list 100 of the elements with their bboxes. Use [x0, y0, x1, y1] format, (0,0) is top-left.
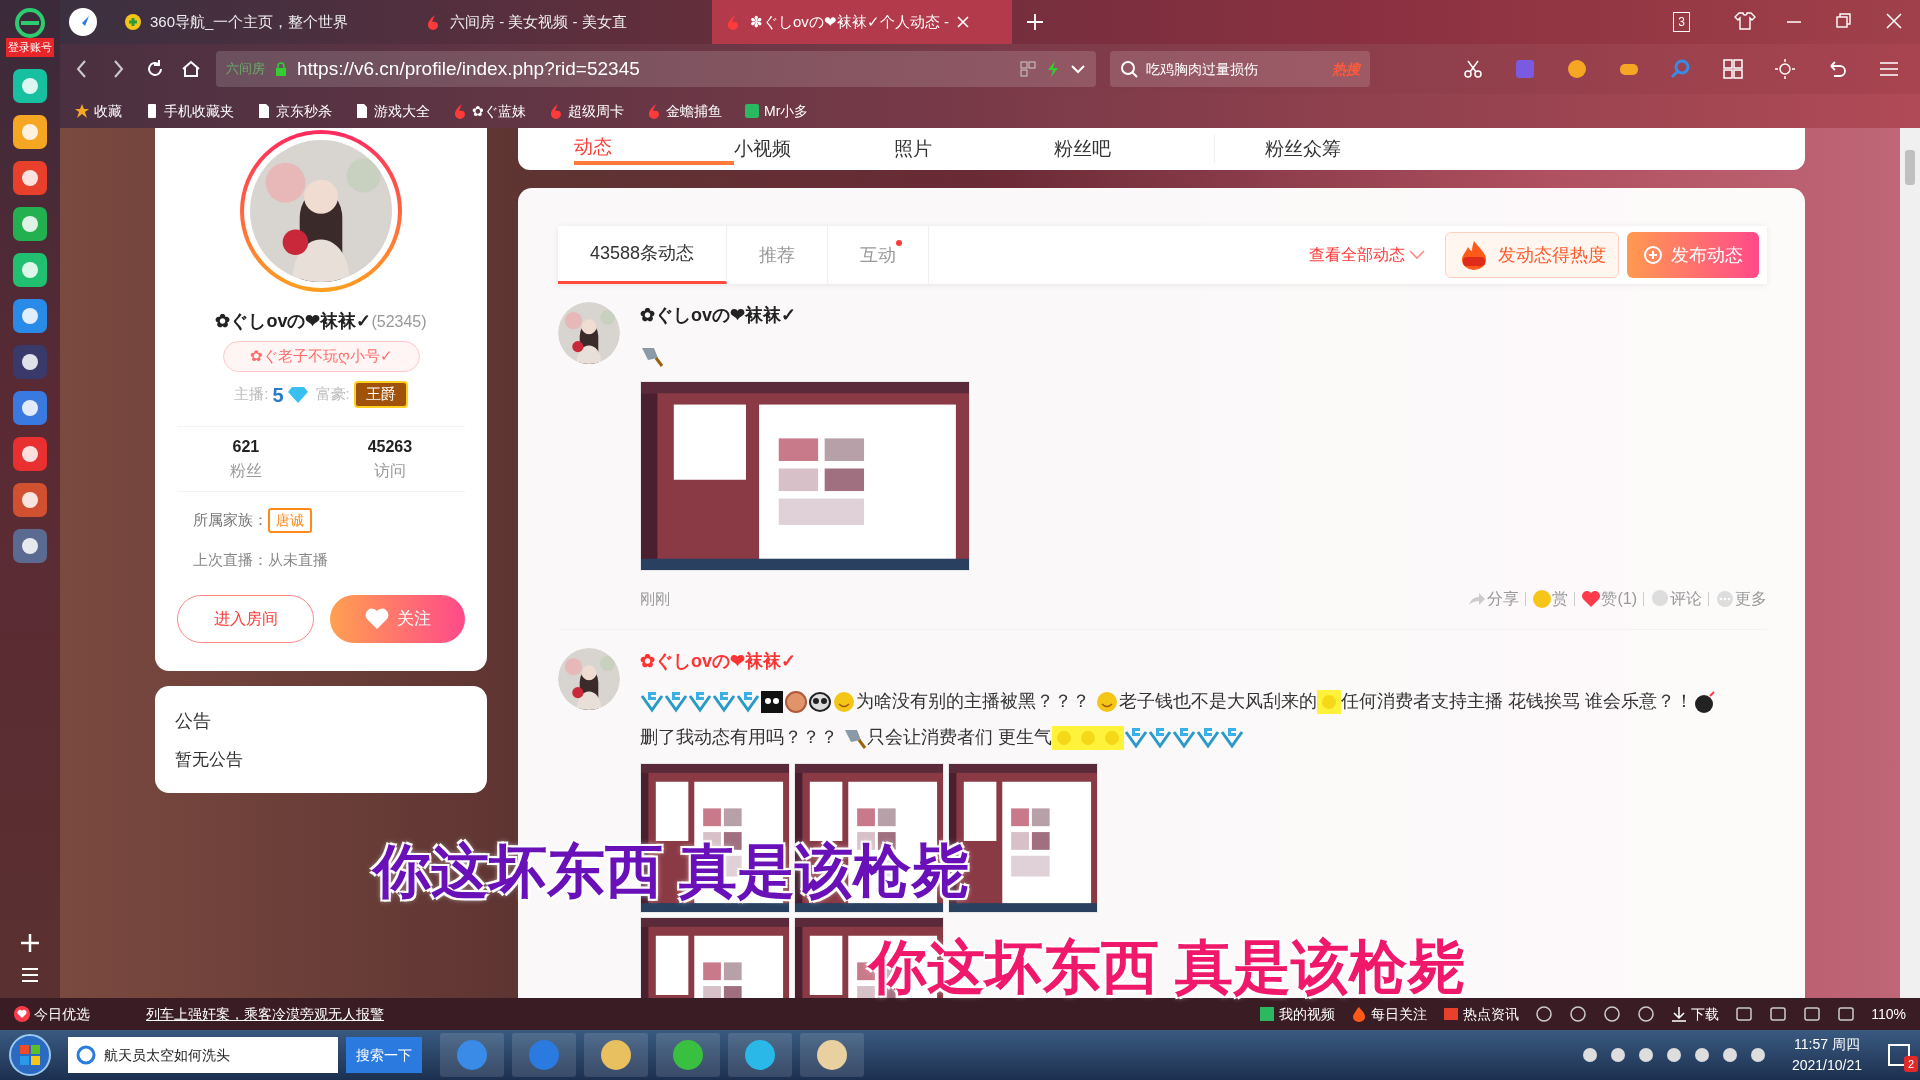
bookmark-link[interactable]: 京东秒杀 — [256, 100, 332, 122]
diamond-icon — [287, 385, 308, 404]
browser-tab[interactable]: 360导航_一个主页，整个世界 — [112, 0, 412, 44]
user-id: (52345) — [371, 312, 427, 332]
feed-tab[interactable]: 43588条动态 — [558, 226, 728, 284]
url-text: https://v6.cn/profile/index.php?rid=52345 — [297, 56, 641, 81]
post-text: 任何消费者支持主播 花钱挨骂 谁会乐意？！ — [1341, 691, 1694, 711]
five-badge-icon — [1220, 726, 1245, 751]
today-picks-link[interactable]: 今日优选 — [14, 1003, 90, 1025]
tab-count[interactable]: 3 — [1673, 12, 1690, 32]
zoom-level[interactable]: 110% — [1871, 1003, 1906, 1025]
notification-icon[interactable] — [1886, 1042, 1912, 1068]
close-icon[interactable] — [957, 16, 969, 28]
five-badge-icon — [640, 690, 664, 715]
glowing-face-icon — [1052, 726, 1077, 751]
five-badge-icon — [664, 690, 688, 715]
glowing-face-icon — [1100, 726, 1125, 751]
taskbar-app[interactable] — [584, 1033, 648, 1077]
taskbar-app[interactable] — [800, 1033, 864, 1077]
post-text: 删了我动态有用吗？？？ — [640, 727, 839, 747]
notice-title: 公告 — [175, 710, 212, 733]
square-icon — [744, 103, 760, 119]
home-icon[interactable] — [180, 58, 202, 80]
hot-search-label: 热搜 — [1332, 59, 1360, 79]
browser-tab[interactable]: 六间房 - 美女视频 - 美女直 — [412, 0, 712, 44]
stat-label: 访问 — [373, 460, 406, 481]
taskbar-app[interactable] — [728, 1033, 792, 1077]
speech-bubble-icon — [1650, 589, 1670, 609]
news-icon — [1443, 1006, 1460, 1022]
stat-value: 621 — [232, 436, 260, 457]
family-badge: 唐诚 — [268, 507, 312, 533]
bookmark-link[interactable]: ✿ぐ蓝妹 — [452, 100, 526, 122]
qr-icon[interactable] — [1020, 61, 1036, 77]
taskbar-app[interactable] — [440, 1033, 504, 1077]
five-badge-icon — [1196, 726, 1221, 751]
grid-icon[interactable] — [1722, 58, 1744, 80]
stat-value: 45263 — [367, 436, 413, 457]
cloud-icon[interactable] — [1735, 1005, 1754, 1023]
login-label[interactable]: 登录账号 — [6, 38, 54, 57]
address-bar[interactable]: 六间房 https://v6.cn/profile/index.php?rid=52345 — [216, 51, 1096, 87]
five-badge-icon — [1172, 726, 1197, 751]
stat-label: 粉丝 — [229, 460, 262, 481]
profile-tab[interactable]: 小视频 — [734, 134, 894, 164]
start-button-icon[interactable] — [8, 1033, 52, 1077]
site-label: 六间房 — [226, 60, 265, 79]
browser-logo-icon — [15, 8, 45, 38]
notice-text: 暂无公告 — [175, 749, 244, 771]
image-icon[interactable] — [1569, 1005, 1588, 1023]
shield-icon[interactable] — [1535, 1005, 1554, 1023]
rocket-icon[interactable] — [1637, 1005, 1656, 1023]
compass-icon[interactable] — [68, 7, 98, 37]
add-icon[interactable] — [19, 932, 41, 954]
heart-icon — [364, 608, 389, 630]
browser-tab[interactable]: ✽ぐしovの❤袜袜✓个人动态 - — [712, 0, 1012, 44]
status-link[interactable]: 我的视频 — [1259, 1003, 1336, 1025]
scissors-icon[interactable] — [1462, 58, 1484, 80]
shirt-icon[interactable] — [1734, 11, 1756, 33]
coin-icon[interactable] — [1566, 58, 1588, 80]
profile-tab[interactable]: 粉丝众筹 — [1214, 134, 1341, 164]
news-link[interactable]: 列车上强奸案，乘客冷漠旁观无人报警 — [146, 1003, 384, 1025]
heart-rate-icon[interactable] — [1603, 1005, 1622, 1023]
rich-label: 富豪: — [315, 384, 350, 405]
user-name: ✿ぐしovの❤袜袜✓ — [215, 310, 372, 333]
bookmark-link[interactable]: 收藏 — [74, 100, 122, 122]
status-link[interactable]: 每日关注 — [1351, 1003, 1428, 1025]
five-badge-icon — [1124, 726, 1149, 751]
flame-icon — [452, 103, 468, 119]
lightning-icon[interactable] — [1046, 60, 1060, 78]
sun-icon[interactable] — [1774, 58, 1796, 80]
ie-icon[interactable] — [1769, 1005, 1788, 1023]
profile-tab[interactable]: 动态 — [574, 132, 734, 166]
new-tab-icon[interactable] — [1026, 13, 1044, 31]
taskbar-app[interactable] — [656, 1033, 720, 1077]
window-icon[interactable] — [1803, 1005, 1822, 1023]
search-icon — [1120, 60, 1138, 78]
star-icon — [74, 103, 90, 119]
notification-dot — [896, 240, 903, 246]
status-link[interactable]: 热点资讯 — [1443, 1003, 1520, 1025]
post-text: 为啥没有别的主播被黑？？？ — [856, 691, 1091, 711]
download-link[interactable]: 下载 — [1671, 1003, 1720, 1025]
coin-icon — [784, 690, 808, 715]
bookmark-link[interactable]: 金蟾捕鱼 — [646, 100, 722, 122]
bookmark-link[interactable]: Mr小多 — [744, 100, 809, 122]
filter-dropdown[interactable]: 查看全部动态 — [1297, 237, 1437, 273]
profile-tab[interactable]: 粉丝吧 — [1054, 134, 1214, 164]
search-field[interactable]: 吃鸡胸肉过量损伤 热搜 — [1110, 51, 1370, 87]
video-icon — [1259, 1006, 1276, 1022]
search-text: 吃鸡胸肉过量损伤 — [1146, 59, 1259, 79]
speaker-icon[interactable] — [1837, 1005, 1856, 1023]
post-author: ✿ぐしovの❤袜袜✓ — [640, 650, 797, 673]
search-field[interactable]: 航天员太空如何洗头 — [68, 1037, 338, 1073]
coin-icon — [1532, 589, 1553, 609]
menu-icon[interactable] — [20, 966, 40, 984]
signature-bubble: ✿ぐ老子不玩ღ小号✓ — [222, 341, 420, 372]
bookmark-link[interactable]: 游戏大全 — [354, 100, 430, 122]
scrollbar-thumb[interactable] — [1905, 150, 1915, 185]
profile-tab[interactable]: 照片 — [894, 134, 1054, 164]
bookmark-link[interactable]: 手机收藏夹 — [144, 100, 234, 122]
search-button[interactable]: 搜索一下 — [346, 1037, 422, 1073]
bookmark-link[interactable]: 超级周卡 — [548, 100, 624, 122]
